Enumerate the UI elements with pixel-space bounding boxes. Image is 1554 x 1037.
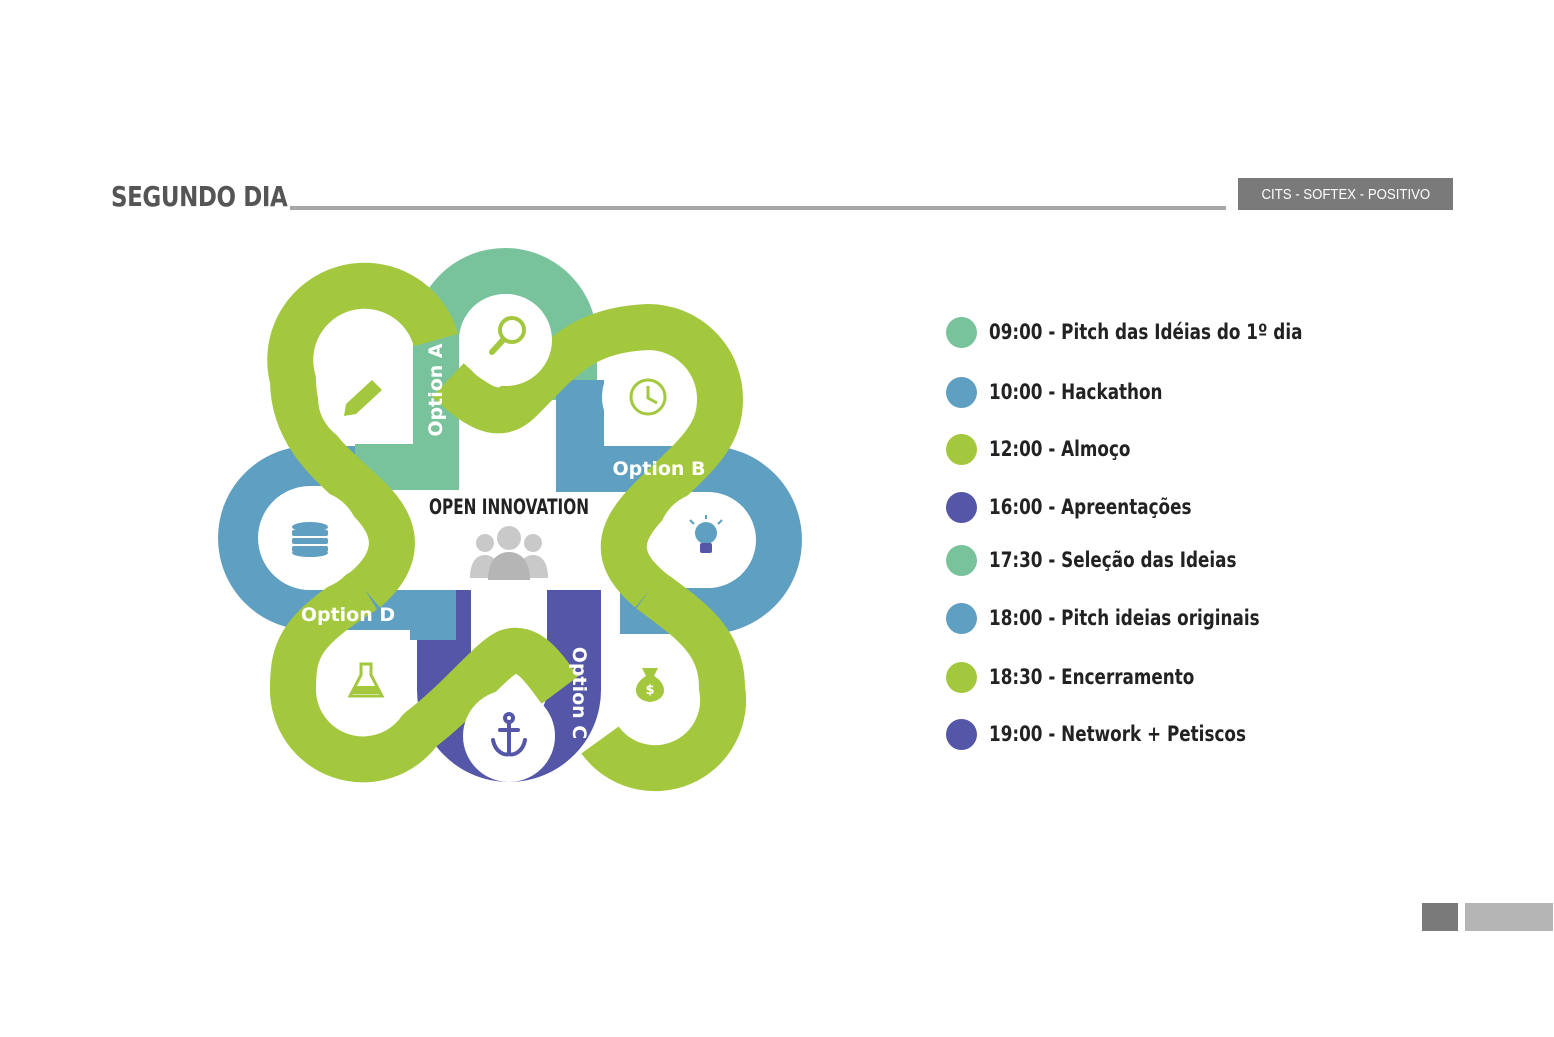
legend-label: Network + Petiscos (1061, 722, 1246, 746)
legend-label: Hackathon (1061, 380, 1163, 404)
legend-time: 12:00 (989, 437, 1043, 461)
diagram-center-title: OPEN INNOVATION (429, 495, 589, 519)
database-icon (292, 522, 328, 557)
legend-label: Encerramento (1061, 665, 1195, 689)
legend-dot (946, 544, 977, 576)
legend-text: 18:00 - Pitch ideias originais (989, 606, 1260, 630)
option-a-label: Option A (425, 343, 447, 437)
legend-text: 16:00 - Apreentações (989, 495, 1192, 519)
legend-label: Pitch das Idéias do 1º dia (1061, 320, 1303, 344)
legend-label: Apreentações (1061, 495, 1192, 519)
option-b-label: Option B (612, 458, 705, 480)
legend-text: 09:00 - Pitch das Idéias do 1º dia (989, 320, 1303, 344)
legend-label: Almoço (1061, 437, 1131, 461)
legend-item: 18:30 - Encerramento (946, 660, 1246, 694)
legend-time: 19:00 (989, 722, 1043, 746)
legend-time: 17:30 (989, 548, 1043, 572)
legend-dot (946, 718, 977, 750)
legend-item: 17:30 - Seleção das Ideias (946, 543, 1298, 577)
legend-dot (946, 376, 977, 408)
legend-dot (946, 316, 977, 348)
legend-time: 18:30 (989, 665, 1043, 689)
schedule-legend: 09:00 - Pitch das Idéias do 1º dia 10:00 … (946, 0, 1466, 800)
legend-dot (946, 602, 977, 634)
legend-label: Seleção das Ideias (1061, 548, 1237, 572)
legend-item: 16:00 - Apreentações (946, 490, 1242, 524)
legend-item: 12:00 - Almoço (946, 432, 1166, 466)
legend-label: Pitch ideias originais (1061, 606, 1260, 630)
legend-time: 16:00 (989, 495, 1043, 519)
pager-block-dark (1422, 903, 1458, 931)
option-c-label: Option C (568, 647, 590, 740)
legend-text: 17:30 - Seleção das Ideias (989, 548, 1237, 572)
legend-dot (946, 433, 977, 465)
lobe-b-band (556, 380, 604, 492)
pager-block-light (1465, 903, 1553, 931)
legend-item: 19:00 - Network + Petiscos (946, 717, 1310, 751)
legend-text: 18:30 - Encerramento (989, 665, 1195, 689)
legend-text: 12:00 - Almoço (989, 437, 1131, 461)
legend-time: 18:00 (989, 606, 1043, 630)
legend-time: 10:00 (989, 380, 1043, 404)
icon-bg-flask (320, 634, 412, 726)
legend-time: 09:00 (989, 320, 1043, 344)
legend-dot (946, 661, 977, 693)
people-group-icon (470, 526, 548, 580)
svg-text:$: $ (645, 683, 654, 698)
legend-text: 10:00 - Hackathon (989, 380, 1163, 404)
legend-item: 10:00 - Hackathon (946, 375, 1206, 409)
legend-text: 19:00 - Network + Petiscos (989, 722, 1246, 746)
legend-item: 09:00 - Pitch das Idéias do 1º dia (946, 315, 1381, 349)
legend-dot (946, 491, 977, 523)
lobe-d-band (410, 590, 456, 640)
legend-item: 18:00 - Pitch ideias originais (946, 601, 1327, 635)
option-d-label: Option D (301, 604, 395, 626)
